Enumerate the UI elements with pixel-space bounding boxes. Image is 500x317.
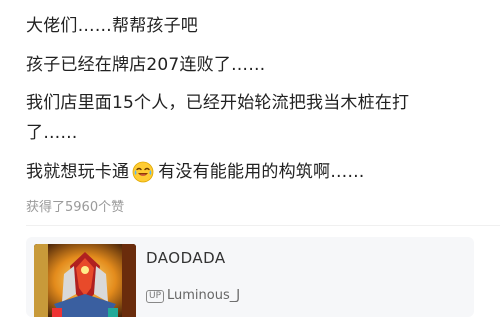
divider (26, 225, 500, 226)
post-line-1: 大佬们……帮帮孩子吧 (26, 16, 198, 36)
like-count: 获得了5960个赞 (26, 200, 125, 215)
post-line-2: 孩子已经在牌店207连败了…… (26, 55, 266, 75)
post-line-5-start: 我就想玩卡通 (26, 162, 130, 182)
card-artwork-thumbnail[interactable] (34, 244, 136, 317)
post-line-3: 我们店里面15个人，已经开始轮流把我当木桩在打 (26, 93, 410, 113)
card-author[interactable]: UP Luminous_J (146, 287, 240, 305)
crying-laughing-emoji-icon (132, 161, 154, 183)
linked-content-card[interactable]: DAODADA UP Luminous_J (26, 237, 474, 317)
post-line-4: 了…… (26, 123, 78, 143)
post-line-5-end: 有没有能能用的构筑啊…… (158, 162, 365, 182)
up-badge-icon: UP (146, 289, 165, 303)
card-author-name: Luminous_J (167, 288, 241, 303)
post-line-5: 我就想玩卡通 有没有能能用的构筑啊…… (26, 160, 365, 184)
card-title[interactable]: DAODADA (146, 248, 226, 268)
